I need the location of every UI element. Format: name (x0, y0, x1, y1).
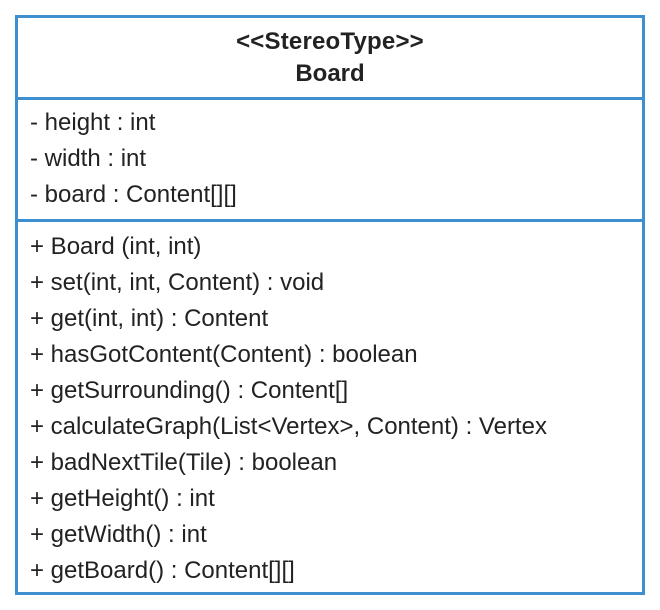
attribute-board: - board : Content[][] (30, 181, 237, 208)
operations-compartment: + Board (int, int) + set(int, int, Conte… (18, 222, 642, 592)
operation-set: + set(int, int, Content) : void (30, 269, 325, 296)
operation-get: + get(int, int) : Content (30, 305, 269, 332)
operation-constructor: + Board (int, int) (30, 233, 202, 260)
class-name: Board (295, 59, 365, 87)
operation-get-board: + getBoard() : Content[][] (30, 557, 295, 584)
operation-has-got-content: + hasGotContent(Content) : boolean (30, 341, 418, 368)
uml-class-box: <<StereoType>> Board - height : int - wi… (15, 15, 645, 595)
attribute-height: - height : int (30, 109, 156, 136)
class-stereotype: <<StereoType>> (236, 27, 424, 55)
attribute-width: - width : int (30, 145, 147, 172)
operation-bad-next-tile: + badNextTile(Tile) : boolean (30, 449, 338, 476)
attributes-compartment: - height : int - width : int - board : C… (18, 100, 642, 222)
operation-calculate-graph: + calculateGraph(List<Vertex>, Content) … (30, 413, 547, 440)
class-header: <<StereoType>> Board (18, 18, 642, 100)
operation-get-surrounding: + getSurrounding() : Content[] (30, 377, 349, 404)
operation-get-height: + getHeight() : int (30, 485, 215, 512)
operation-get-width: + getWidth() : int (30, 521, 207, 548)
